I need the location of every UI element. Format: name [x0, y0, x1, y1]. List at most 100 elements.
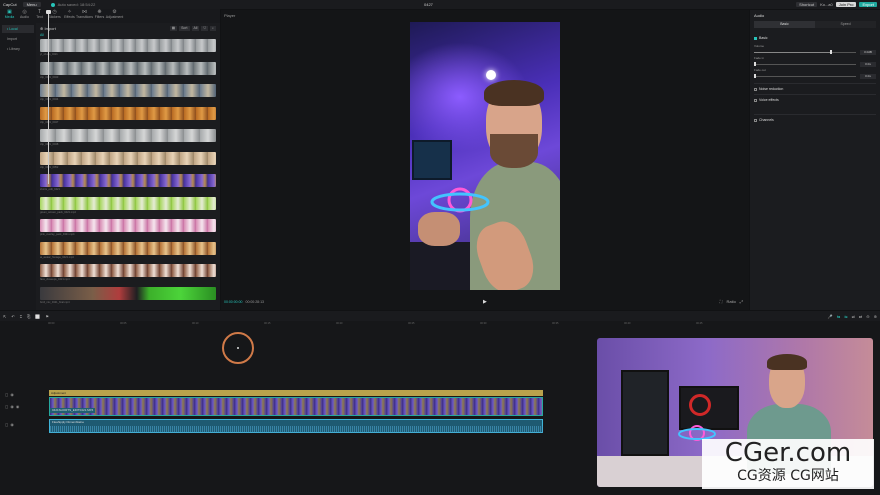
clip-thumbnail[interactable]	[40, 129, 216, 142]
sidebar-item-import[interactable]: Import	[2, 35, 34, 43]
fade-in-value[interactable]: 0.0s	[860, 61, 876, 67]
menu-button[interactable]: Menu	[22, 2, 41, 7]
tool-media[interactable]: ▣ Media	[4, 9, 15, 23]
lock-icon[interactable]: ◻	[5, 404, 8, 409]
crop-icon[interactable]: ⬜	[35, 314, 40, 319]
media-clip[interactable]: clip_0421_0044	[40, 84, 216, 107]
noise-reduction-checkbox[interactable]	[754, 87, 757, 91]
clip-thumbnail[interactable]	[40, 61, 216, 75]
ruler-tick: 00:30	[480, 322, 487, 325]
noise-reduction-section[interactable]: Noise reduction	[750, 87, 880, 91]
media-clip[interactable]: ai_avatar_footage_0421.mp4	[40, 241, 216, 265]
media-clip[interactable]: clip_0421_0048	[40, 129, 216, 152]
sidebar-item-local[interactable]: • Local	[2, 25, 34, 33]
lock-icon[interactable]: ◻	[5, 392, 8, 397]
video-preview[interactable]	[410, 22, 560, 290]
media-clip[interactable]: clip_0421_0043	[40, 61, 216, 85]
fade-in-slider[interactable]	[754, 62, 856, 66]
media-clip[interactable]: shorts_edit_0421	[40, 174, 216, 197]
filter-icon[interactable]: ⛉	[201, 25, 209, 31]
filter-all-button[interactable]: All	[191, 25, 200, 31]
voice-effects-section[interactable]: Voice effects	[750, 98, 880, 102]
sidebar-item-library[interactable]: • Library	[2, 45, 34, 53]
zoom-out-icon[interactable]: ⊖	[866, 314, 869, 319]
ruler-tick: 00:05	[120, 322, 127, 325]
media-clip[interactable]: clip_0421_0052	[40, 151, 216, 175]
fade-out-slider[interactable]	[754, 74, 856, 78]
ruler-tick: 00:15	[264, 322, 271, 325]
microphone-icon[interactable]: 🎤	[828, 314, 833, 319]
clip-thumbnail[interactable]	[40, 106, 216, 120]
clip-thumbnail[interactable]	[40, 219, 216, 232]
project-title[interactable]: 0427	[424, 2, 433, 7]
tab-speed[interactable]: Speed	[815, 21, 876, 28]
split-icon[interactable]: ⌶	[20, 314, 22, 319]
eye-icon[interactable]: ◉	[10, 392, 14, 397]
volume-value[interactable]: 0.0dB	[860, 49, 876, 55]
search-icon[interactable]: ⌕	[210, 25, 216, 31]
delete-icon[interactable]: ⎘	[27, 314, 30, 319]
shortcut-button[interactable]: Shortcut	[796, 2, 818, 7]
speaker-icon[interactable]: ◉	[10, 422, 14, 427]
media-clip[interactable]: clip_0421_0047	[40, 106, 216, 130]
lock-icon[interactable]: ◻	[5, 422, 8, 427]
tool-filters[interactable]: ❋ Filters	[94, 9, 105, 23]
expand-icon[interactable]: ⤢	[740, 299, 743, 304]
inspector-panel: Audio Basic Speed Basic Volume 0.0dB Fad…	[750, 10, 880, 310]
play-button[interactable]: ▶	[483, 299, 487, 305]
tool-audio[interactable]: ◎ Audio	[19, 9, 30, 23]
undo-icon[interactable]: ↶	[11, 314, 14, 319]
adjustment-clip[interactable]: Adjustment	[49, 390, 543, 396]
clip-thumbnail[interactable]	[40, 174, 216, 187]
zoom-in-icon[interactable]: ⊕	[874, 314, 877, 319]
view-toggle-button[interactable]: ▦	[169, 25, 178, 31]
clip-thumbnail[interactable]	[40, 196, 216, 210]
fade-in-knob[interactable]	[754, 62, 756, 66]
clip-thumbnail[interactable]	[40, 241, 216, 255]
sort-button[interactable]: Sort	[179, 25, 190, 31]
media-clip[interactable]: green_screen_pack_0421.mp4	[40, 196, 216, 220]
tool-text[interactable]: T Text	[34, 9, 45, 23]
select-tool-icon[interactable]: ⇱	[3, 314, 6, 319]
media-clip[interactable]: yt_shorts_0421	[40, 39, 216, 62]
fullscreen-icon[interactable]: ⛶	[720, 299, 723, 304]
clip-thumbnail[interactable]	[40, 84, 216, 97]
clip-thumbnail[interactable]	[40, 39, 216, 52]
mute-icon[interactable]: ◉	[16, 404, 20, 409]
marker-icon[interactable]: ⚑	[45, 314, 49, 319]
clip-thumbnail[interactable]	[40, 264, 216, 277]
media-clip[interactable]: pink_overlay_pack_0421.mp4	[40, 219, 216, 242]
preview-axis-icon[interactable]: ⇌	[852, 314, 855, 319]
user-name[interactable]: Ko...a0	[820, 2, 833, 7]
basic-checkbox[interactable]	[754, 36, 757, 40]
snap-icon[interactable]: ⇆	[837, 314, 840, 319]
timeline-ruler[interactable]: 00:00 00:05 00:10 00:15 00:20 00:25 00:30 00:35…	[48, 321, 880, 328]
volume-knob[interactable]	[829, 50, 832, 54]
join-pro-button[interactable]: Join Pro	[835, 2, 857, 7]
ratio-button[interactable]: Ratio	[726, 299, 735, 304]
voice-effects-checkbox[interactable]	[754, 98, 757, 102]
channels-checkbox[interactable]	[754, 118, 757, 122]
clip-thumbnail[interactable]	[40, 286, 216, 300]
ruler-tick: 00:35	[552, 322, 559, 325]
audio-clip[interactable]: Fleahipply Dimemblaine	[49, 419, 544, 433]
tab-basic[interactable]: Basic	[754, 21, 815, 28]
fade-out-knob[interactable]	[754, 74, 756, 78]
playhead[interactable]	[48, 10, 49, 184]
volume-slider[interactable]	[754, 50, 856, 54]
tool-effects[interactable]: ✧ Effects	[64, 9, 75, 23]
media-clip[interactable]: broll_mix_0421_final.mp4	[40, 286, 216, 310]
clip-thumbnail[interactable]	[40, 151, 216, 165]
eye-icon[interactable]: ◉	[10, 404, 14, 409]
main-track-icon[interactable]: ⇄	[859, 314, 862, 319]
tool-transitions[interactable]: ⋈ Transitions	[76, 9, 93, 23]
playhead-handle[interactable]	[46, 10, 51, 14]
video-clip[interactable]: 0421SHORTS_EDIT0421.MP4	[49, 397, 543, 416]
media-clip[interactable]: face_closeups_0421.mp4	[40, 264, 216, 287]
export-button[interactable]: Export	[859, 2, 877, 7]
channels-section[interactable]: Channels	[750, 118, 880, 122]
link-icon[interactable]: ⇋	[844, 314, 847, 319]
tool-adjustment[interactable]: ⚙ Adjustment	[106, 9, 124, 23]
fade-out-value[interactable]: 0.0s	[860, 73, 876, 79]
player-timecode: 00:00:00:00 00:00:28:13	[224, 300, 264, 304]
